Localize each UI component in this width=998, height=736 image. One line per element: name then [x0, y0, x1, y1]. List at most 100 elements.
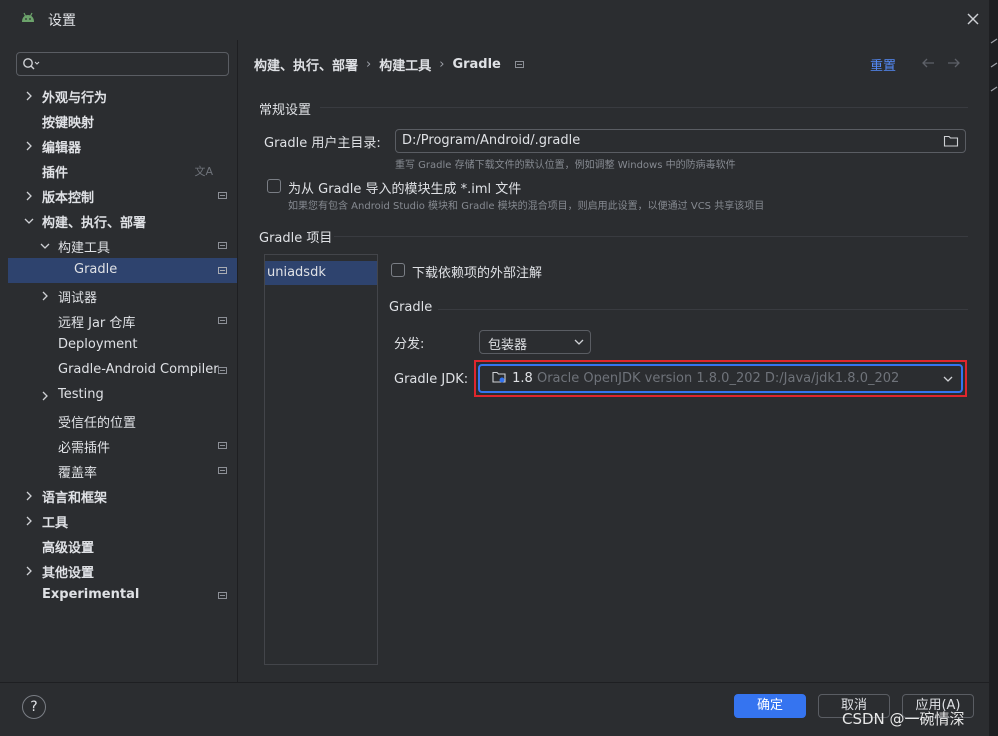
chevron-down-icon: [943, 376, 953, 382]
translate-icon: 文A: [194, 165, 213, 178]
section-divider: [438, 309, 968, 310]
sidebar-item-plugins[interactable]: 插件 文A: [8, 158, 237, 183]
download-annotations-label: 下载依赖项的外部注解: [412, 266, 543, 281]
generate-iml-checkbox[interactable]: [267, 179, 281, 193]
sidebar-item-editor[interactable]: 编辑器: [8, 133, 237, 158]
sidebar-item-trusted-locations[interactable]: 受信任的位置: [8, 408, 237, 433]
jdk-version: 1.8: [512, 371, 533, 386]
sidebar-item-label: 构建工具: [58, 241, 111, 256]
sidebar-item-label: 调试器: [58, 291, 98, 306]
chevron-down-icon[interactable]: [24, 216, 34, 226]
sidebar-item-label: Testing: [58, 387, 104, 402]
sidebar-item-label: 插件: [42, 166, 69, 181]
sidebar-item-required-plugins[interactable]: 必需插件: [8, 433, 237, 458]
ok-button[interactable]: 确定: [734, 694, 806, 718]
help-button[interactable]: ?: [22, 695, 46, 719]
sidebar-item-build-tools[interactable]: 构建工具: [8, 233, 237, 258]
section-title-projects: Gradle 项目: [259, 231, 333, 246]
settings-content: 构建、执行、部署 › 构建工具 › Gradle 重置 常规设置 Gradle …: [238, 40, 990, 682]
section-title-general: 常规设置: [259, 103, 312, 118]
sidebar-item-label: 语言和框架: [42, 491, 108, 506]
sidebar-item-vcs[interactable]: 版本控制: [8, 183, 237, 208]
chevron-right-icon[interactable]: [24, 516, 34, 526]
sidebar-item-other[interactable]: 其他设置: [8, 558, 237, 583]
sidebar-item-gradle-android-compiler[interactable]: Gradle-Android Compiler: [8, 358, 237, 383]
title-bar: 设置: [0, 0, 990, 38]
gradle-home-label: Gradle 用户主目录:: [264, 136, 381, 151]
sidebar-item-label: 其他设置: [42, 566, 95, 581]
settings-dialog: 设置 外观与行为 按键映射 编辑器 插件 文A 版本控制 构建、执行、部署 构建…: [0, 0, 990, 736]
sidebar-item-label: Gradle: [74, 262, 118, 277]
chevron-right-icon[interactable]: [40, 391, 50, 401]
gradle-jdk-label: Gradle JDK:: [394, 372, 469, 387]
android-icon: [22, 12, 34, 22]
search-input[interactable]: [16, 52, 229, 76]
download-annotations-checkbox[interactable]: [391, 263, 405, 277]
generate-iml-label: 为从 Gradle 导入的模块生成 *.iml 文件: [288, 182, 522, 197]
close-icon[interactable]: [964, 10, 982, 28]
sidebar-item-tools[interactable]: 工具: [8, 508, 237, 533]
chevron-right-icon[interactable]: [24, 91, 34, 101]
breadcrumb: 构建、执行、部署 › 构建工具 › Gradle: [254, 55, 524, 74]
chevron-right-icon[interactable]: [24, 491, 34, 501]
chevron-right-icon[interactable]: [40, 291, 50, 301]
chevron-right-icon[interactable]: [24, 566, 34, 576]
sidebar-item-remote-jar[interactable]: 远程 Jar 仓库: [8, 308, 237, 333]
sidebar-item-build[interactable]: 构建、执行、部署: [8, 208, 237, 233]
distribution-select[interactable]: 包装器: [479, 330, 591, 354]
link-icon: [990, 62, 998, 68]
gradle-home-value: D:/Program/Android/.gradle: [402, 133, 581, 148]
distribution-value: 包装器: [488, 338, 528, 353]
project-settings-icon: [218, 467, 227, 474]
folder-icon[interactable]: [943, 134, 959, 148]
sidebar-item-label: 编辑器: [42, 141, 82, 156]
section-title-gradle: Gradle: [389, 300, 433, 315]
search-icon: [23, 58, 40, 70]
project-settings-icon: [514, 61, 524, 68]
breadcrumb-separator: ›: [439, 57, 445, 72]
sidebar-item-advanced[interactable]: 高级设置: [8, 533, 237, 558]
project-settings-icon: [218, 442, 227, 449]
breadcrumb-separator: ›: [366, 57, 372, 72]
sidebar-item-label: Gradle-Android Compiler: [58, 362, 219, 377]
sidebar-item-label: 受信任的位置: [58, 416, 137, 431]
reset-link[interactable]: 重置: [870, 55, 896, 74]
forward-arrow-icon[interactable]: [947, 57, 961, 69]
breadcrumb-item[interactable]: 构建工具: [379, 55, 431, 74]
sidebar-item-deployment[interactable]: Deployment: [8, 333, 237, 358]
sidebar-item-label: 工具: [42, 516, 69, 531]
section-divider: [320, 107, 968, 108]
gradle-project-list[interactable]: uniadsdk: [264, 254, 378, 665]
sidebar-item-label: 构建、执行、部署: [42, 216, 147, 231]
sidebar-item-label: 覆盖率: [58, 466, 98, 481]
breadcrumb-item: Gradle: [452, 57, 501, 72]
sidebar-item-experimental[interactable]: Experimental: [8, 583, 237, 608]
sidebar-item-label: 远程 Jar 仓库: [58, 316, 136, 331]
breadcrumb-item[interactable]: 构建、执行、部署: [254, 55, 358, 74]
sidebar-item-label: Experimental: [42, 587, 140, 602]
sidebar-item-label: 按键映射: [42, 116, 95, 131]
project-settings-icon: [218, 267, 227, 274]
sidebar-item-keymap[interactable]: 按键映射: [8, 108, 237, 133]
sidebar-item-languages[interactable]: 语言和框架: [8, 483, 237, 508]
sidebar-item-testing[interactable]: Testing: [8, 383, 237, 408]
project-list-item[interactable]: uniadsdk: [265, 261, 377, 285]
sidebar-item-coverage[interactable]: 覆盖率: [8, 458, 237, 483]
project-settings-icon: [218, 242, 227, 249]
project-settings-icon: [218, 317, 227, 324]
sidebar-item-gradle[interactable]: Gradle: [8, 258, 237, 283]
sidebar-item-label: 高级设置: [42, 541, 95, 556]
generate-iml-hint: 如果您有包含 Android Studio 模块和 Gradle 模块的混合项目…: [288, 201, 765, 212]
sidebar-item-debugger[interactable]: 调试器: [8, 283, 237, 308]
sidebar-item-label: 版本控制: [42, 191, 95, 206]
link-icon: [990, 38, 998, 44]
sidebar-item-appearance[interactable]: 外观与行为: [8, 83, 237, 108]
chevron-down-icon[interactable]: [40, 241, 50, 251]
chevron-right-icon[interactable]: [24, 191, 34, 201]
background-window-strip: [990, 0, 998, 736]
gradle-home-field[interactable]: D:/Program/Android/.gradle: [395, 129, 966, 153]
chevron-right-icon[interactable]: [24, 141, 34, 151]
back-arrow-icon[interactable]: [921, 57, 935, 69]
gradle-jdk-select[interactable]: 1.8 Oracle OpenJDK version 1.8.0_202 D:/…: [478, 364, 963, 393]
distribution-label: 分发:: [394, 337, 425, 352]
